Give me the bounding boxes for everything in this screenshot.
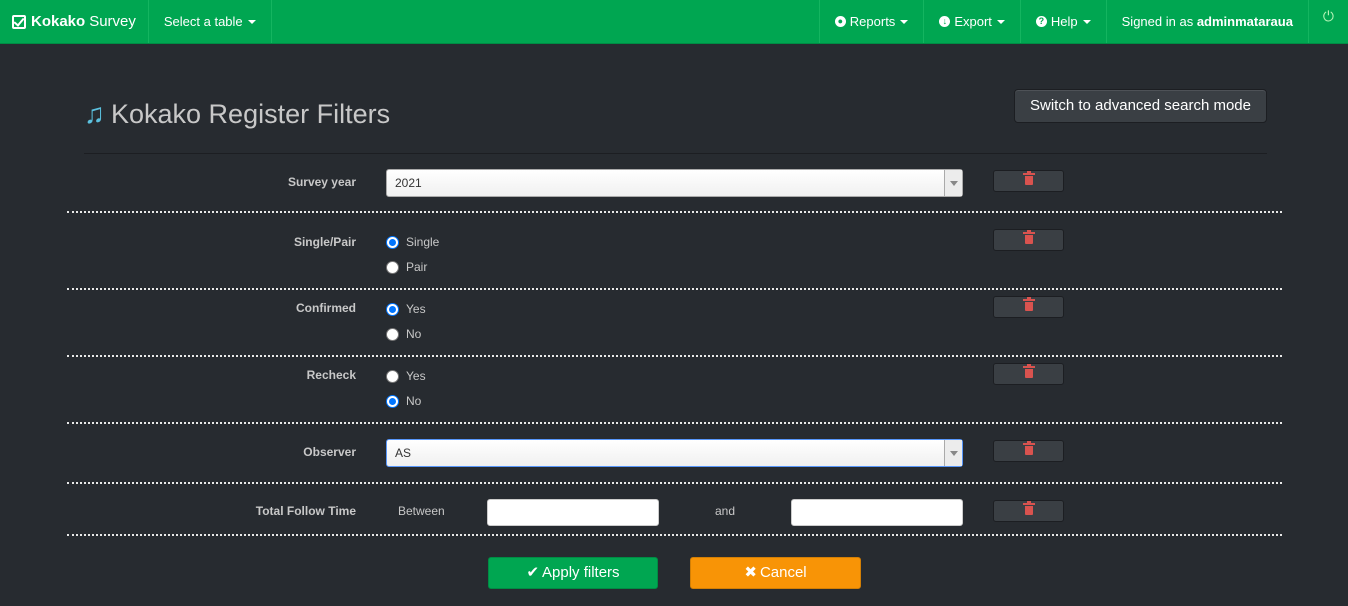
close-icon: ✖ [744, 564, 757, 581]
single-pair-option-single[interactable]: Single [386, 235, 439, 249]
between-label: Between [398, 504, 445, 518]
reports-dropdown[interactable]: ● Reports [818, 0, 924, 43]
advanced-search-button[interactable]: Switch to advanced search mode [1014, 89, 1267, 123]
download-circle-icon: ↓ [939, 16, 951, 27]
row-separator [67, 482, 1282, 484]
recheck-option-yes[interactable]: Yes [386, 369, 426, 383]
export-dropdown[interactable]: ↓ Export [923, 0, 1020, 43]
brand-name-rest: Survey [89, 13, 136, 30]
radio-single[interactable] [386, 235, 399, 249]
row-separator [67, 534, 1282, 536]
title-divider [84, 153, 1267, 154]
page-title-text: Kokako Register Filters [111, 98, 391, 129]
page-title: ♫ Kokako Register Filters [84, 98, 390, 130]
signed-in-prefix: Signed in as [1121, 14, 1194, 29]
recheck-delete-button[interactable] [993, 363, 1064, 385]
radio-recheck-yes[interactable] [386, 369, 399, 383]
recheck-label: Recheck [306, 368, 356, 382]
apply-filters-button[interactable]: ✔ Apply filters [488, 557, 658, 589]
radio-confirmed-no[interactable] [386, 327, 399, 341]
select-arrow-icon [944, 440, 962, 466]
survey-year-delete-button[interactable] [993, 170, 1064, 192]
radio-confirmed-yes[interactable] [386, 302, 399, 316]
radio-recheck-no[interactable] [386, 394, 399, 408]
music-note-icon: ♫ [84, 98, 105, 129]
check-icon: ✔ [526, 564, 540, 581]
navbar-spacer [272, 0, 819, 43]
question-circle-icon: ? [1035, 16, 1047, 27]
caret-down-icon [900, 19, 909, 24]
radio-confirmed-no-label: No [406, 327, 422, 341]
radio-confirmed-yes-label: Yes [406, 302, 426, 316]
row-separator [67, 288, 1282, 290]
observer-label: Observer [303, 445, 356, 459]
survey-year-label: Survey year [287, 175, 356, 189]
caret-down-icon [996, 19, 1005, 24]
select-table-dropdown[interactable]: Select a table [149, 0, 272, 43]
observer-value: AS [395, 446, 412, 460]
row-separator [67, 422, 1282, 424]
cancel-button[interactable]: ✖ Cancel [690, 557, 861, 589]
caret-down-icon [247, 19, 256, 24]
confirmed-label: Confirmed [296, 301, 356, 315]
brand-link[interactable]: Kokako Survey [0, 0, 149, 43]
signed-in-info: Signed in as adminmataraua [1105, 0, 1309, 43]
cancel-label: Cancel [759, 564, 807, 581]
select-table-label: Select a table [163, 14, 243, 29]
reports-label: Reports [849, 14, 896, 29]
trash-icon [1023, 501, 1035, 515]
check-square-icon [12, 14, 26, 29]
power-icon: ⏻ [1322, 8, 1334, 24]
observer-select[interactable]: AS [386, 439, 963, 467]
row-separator [67, 211, 1282, 213]
username: adminmataraua [1196, 14, 1293, 29]
radio-recheck-yes-label: Yes [406, 369, 426, 383]
logout-button[interactable]: ⏻ [1309, 0, 1348, 43]
single-pair-option-pair[interactable]: Pair [386, 260, 427, 274]
trash-icon [1023, 364, 1035, 378]
observer-delete-button[interactable] [993, 440, 1064, 462]
trash-icon [1023, 230, 1035, 244]
radio-recheck-no-label: No [406, 394, 422, 408]
reports-circle-icon: ● [834, 16, 846, 27]
select-arrow-icon [944, 170, 962, 196]
confirmed-option-no[interactable]: No [386, 327, 421, 341]
trash-icon [1023, 297, 1035, 311]
single-pair-label: Single/Pair [293, 235, 356, 249]
radio-single-label: Single [406, 235, 440, 249]
single-pair-delete-button[interactable] [993, 229, 1064, 251]
radio-pair[interactable] [386, 260, 399, 274]
survey-year-select[interactable]: 2021 [386, 169, 963, 197]
export-label: Export [954, 14, 992, 29]
trash-icon [1023, 171, 1035, 185]
follow-time-to-input[interactable] [791, 499, 963, 526]
caret-down-icon [1082, 19, 1091, 24]
brand-name-bold: Kokako [31, 13, 86, 30]
radio-pair-label: Pair [406, 260, 428, 274]
help-label: Help [1050, 14, 1078, 29]
recheck-option-no[interactable]: No [386, 394, 421, 408]
follow-time-from-input[interactable] [487, 499, 659, 526]
confirmed-option-yes[interactable]: Yes [386, 302, 426, 316]
total-follow-time-delete-button[interactable] [993, 500, 1064, 522]
confirmed-delete-button[interactable] [993, 296, 1064, 318]
and-label: and [715, 504, 736, 518]
survey-year-value: 2021 [395, 176, 422, 190]
top-navbar: Kokako Survey Select a table ● Reports ↓… [0, 0, 1348, 44]
apply-filters-label: Apply filters [542, 564, 620, 581]
help-dropdown[interactable]: ? Help [1019, 0, 1106, 43]
row-separator [67, 355, 1282, 357]
trash-icon [1023, 441, 1035, 455]
total-follow-time-label: Total Follow Time [255, 504, 356, 518]
